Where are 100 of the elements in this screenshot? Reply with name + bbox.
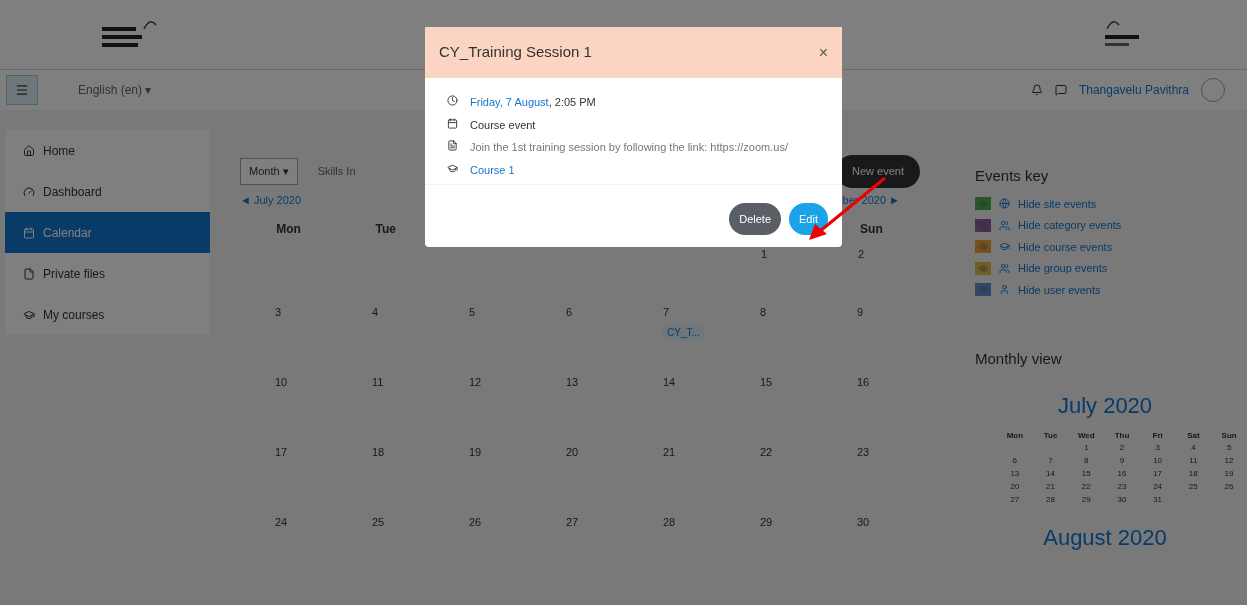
course-link[interactable]: Course 1 [470,161,515,178]
day-number[interactable]: 23 [1104,481,1140,493]
events-key-link[interactable]: Hide course events [1018,238,1113,255]
day-number[interactable]: 7 [1032,455,1069,467]
day-number[interactable]: 20 [997,481,1033,493]
day-number[interactable]: 15 [1068,468,1105,480]
day-number[interactable]: 10 [1139,455,1176,467]
day-number[interactable]: 8 [1068,455,1105,467]
event-type: Course event [470,117,536,133]
day-number[interactable]: 24 [275,514,288,531]
day-number[interactable]: 30 [1104,494,1140,506]
day-number[interactable]: 5 [469,304,476,321]
day-number[interactable]: 9 [857,304,864,321]
day-number[interactable]: 26 [469,514,482,531]
weekday-header: Sun [1220,429,1238,442]
nav-label: Dashboard [43,183,102,201]
day-number[interactable]: 31 [1139,494,1176,506]
day-number[interactable]: 2 [858,246,865,263]
day-number[interactable]: 28 [663,514,676,531]
events-key-link[interactable]: Hide category events [1018,217,1122,234]
day-number[interactable]: 16 [1104,468,1140,480]
day-number[interactable]: 6 [566,304,573,321]
day-number[interactable]: 12 [1211,455,1247,467]
user-menu[interactable]: Thangavelu Pavithra [1078,81,1189,99]
month-title[interactable]: July 2020 [975,388,1235,422]
day-number[interactable]: 27 [566,514,579,531]
day-number[interactable]: 25 [372,514,385,531]
sidebar-item[interactable]: Dashboard [5,171,210,212]
day-number[interactable]: 18 [1175,468,1212,480]
day-number[interactable]: 25 [1175,481,1212,493]
section-title: Events key [975,166,1050,186]
weekday-header: Thu [1113,429,1131,442]
weekday-header: Tue [1042,429,1059,442]
events-key-link[interactable]: Hide site events [1018,195,1097,212]
weekday-header: Sun [859,221,884,238]
day-number[interactable]: 20 [566,444,579,461]
day-number[interactable]: 19 [469,444,482,461]
day-number[interactable]: 1 [761,246,768,263]
day-number[interactable]: 3 [1139,442,1176,454]
day-number[interactable]: 10 [275,374,288,391]
sidebar-item[interactable]: Private files [5,253,210,294]
day-number[interactable]: 30 [857,514,870,531]
events-key-link[interactable]: Hide user events [1018,281,1101,298]
day-number[interactable]: 1 [1068,442,1105,454]
day-number[interactable]: 4 [372,304,379,321]
view-select[interactable]: Month ▾ [240,158,298,185]
event-type-icon [999,262,1010,274]
event-type-icon [999,198,1010,210]
day-number[interactable]: 29 [760,514,773,531]
day-number[interactable]: 8 [760,304,767,321]
event-chip[interactable]: CY_T... [663,324,704,340]
day-number[interactable]: 12 [469,374,482,391]
day-number[interactable]: 22 [1068,481,1105,493]
day-number[interactable]: 13 [997,468,1033,480]
day-number[interactable]: 19 [1211,468,1247,480]
previous-month-link[interactable]: ◄ July 2020 [240,191,302,208]
date-link[interactable]: Friday, 7 August [470,96,549,108]
sidebar-item[interactable]: Home [5,130,210,171]
day-number[interactable]: 2 [1104,442,1140,454]
day-number[interactable]: 18 [372,444,385,461]
day-number[interactable]: 11 [372,374,384,391]
menu-button[interactable] [6,75,38,105]
language-menu[interactable]: English (en) ▾ [78,81,152,99]
day-number[interactable]: 11 [1175,455,1212,467]
month-title[interactable]: August 2020 [975,520,1235,554]
sidebar-item[interactable]: Calendar [5,212,210,253]
delete-button[interactable]: Delete [729,203,782,235]
day-number[interactable]: 21 [663,444,676,461]
day-number[interactable]: 4 [1175,442,1212,454]
close-button[interactable]: × [818,40,828,65]
day-number[interactable]: 21 [1032,481,1069,493]
day-number[interactable]: 16 [857,374,870,391]
day-number[interactable]: 27 [997,494,1033,506]
weekday-header: Fri [1151,429,1164,442]
day-number[interactable]: 5 [1211,442,1247,454]
modal-title: CY_Training Session 1 [439,42,592,63]
day-number[interactable]: 17 [275,444,288,461]
day-number[interactable]: 6 [997,455,1033,467]
day-number[interactable]: 23 [857,444,870,461]
day-number[interactable]: 15 [760,374,773,391]
weekday-header: Mon [275,221,302,238]
event-date: Friday, 7 August, 2:05 PM [470,95,596,110]
day-number[interactable]: 29 [1068,494,1105,506]
course-select[interactable]: Skills In [309,159,364,184]
day-number[interactable]: 14 [1032,468,1069,480]
events-key-link[interactable]: Hide group events [1018,260,1108,277]
day-number[interactable]: 22 [760,444,773,461]
day-number[interactable]: 24 [1139,481,1176,493]
day-number[interactable]: 28 [1032,494,1069,506]
message-icon [1054,84,1067,96]
day-number[interactable]: 3 [275,304,282,321]
day-number[interactable]: 7 [663,304,670,321]
day-number[interactable]: 14 [663,374,676,391]
calendar-icon [447,117,458,129]
avatar[interactable] [1201,78,1225,102]
day-number[interactable]: 13 [566,374,579,391]
day-number[interactable]: 26 [1211,481,1247,493]
sidebar-item[interactable]: My courses [5,294,210,335]
day-number[interactable]: 9 [1104,455,1140,467]
day-number[interactable]: 17 [1139,468,1176,480]
